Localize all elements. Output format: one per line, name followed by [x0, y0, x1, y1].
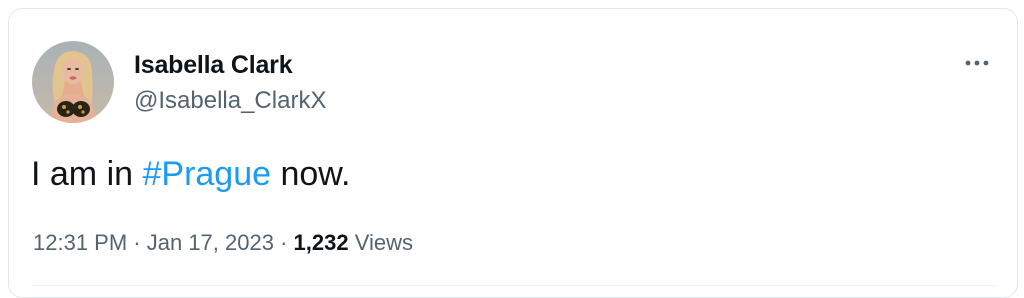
hashtag-link[interactable]: #Prague — [142, 155, 271, 193]
tweet-meta: 12:31 PM · Jan 17, 2023 · 1,232 Views — [33, 230, 413, 256]
divider — [31, 285, 995, 286]
author-handle[interactable]: @Isabella_ClarkX — [134, 87, 326, 115]
profile-photo-icon — [32, 41, 114, 123]
tweet-text-before: I am in — [31, 155, 143, 193]
tweet-time[interactable]: 12:31 PM — [33, 230, 127, 255]
meta-separator: · — [127, 230, 147, 255]
views-label: Views — [348, 230, 413, 255]
meta-separator: · — [273, 230, 294, 255]
view-count: 1,232 — [293, 230, 349, 255]
tweet-date[interactable]: Jan 17, 2023 — [147, 230, 274, 255]
tweet-card: Isabella Clark @Isabella_ClarkX I am in … — [8, 8, 1018, 298]
more-options-button[interactable] — [961, 51, 993, 75]
tweet-text-after: now. — [271, 155, 351, 193]
author-display-name[interactable]: Isabella Clark — [134, 51, 293, 80]
tweet-text: I am in #Prague now. — [31, 155, 350, 194]
avatar[interactable] — [32, 41, 114, 123]
more-horizontal-icon — [965, 60, 989, 66]
